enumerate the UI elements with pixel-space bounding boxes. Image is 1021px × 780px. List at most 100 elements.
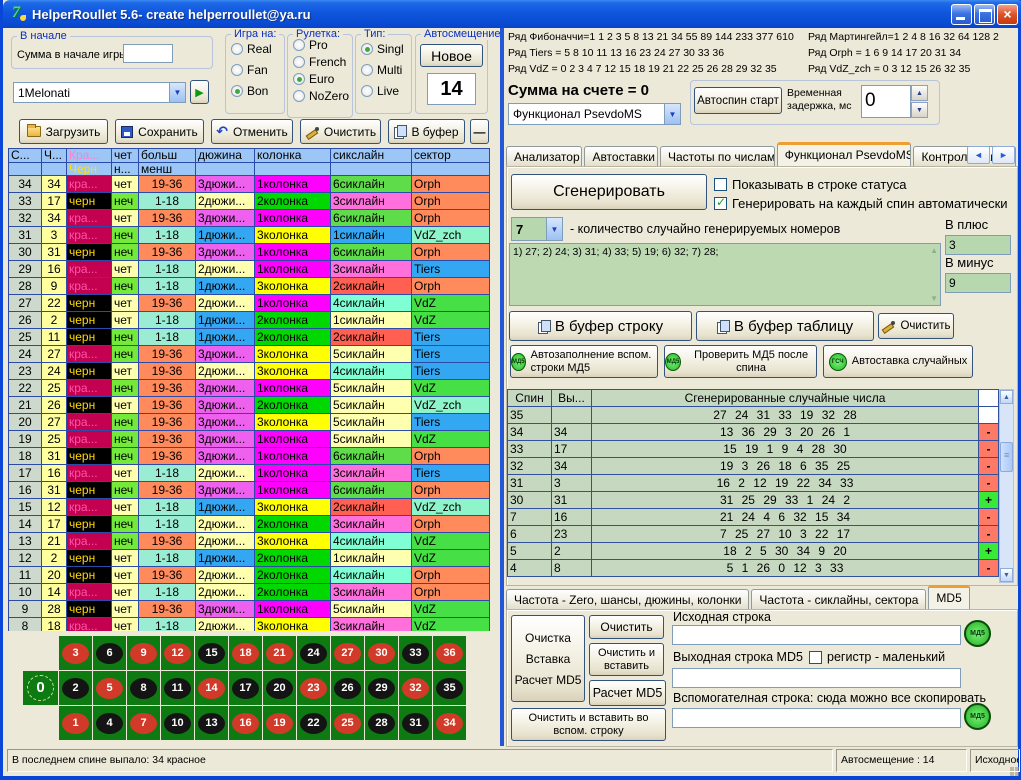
roulette-number-11[interactable]: 11	[161, 671, 194, 705]
roulette-number-6[interactable]: 6	[93, 636, 126, 670]
history-row[interactable]: 2427кра...неч19-363дюжи...3колонка5сикла…	[9, 346, 490, 363]
new-button[interactable]: Новое	[420, 44, 483, 67]
history-row[interactable]: 1716кра...чет1-182дюжи...1колонка3сиклай…	[9, 465, 490, 482]
generated-row[interactable]: 6237 25 27 10 3 22 17-	[508, 526, 999, 543]
tab-Частота - Zero, шансы, дюжины, колонки[interactable]: Частота - Zero, шансы, дюжины, колонки	[506, 589, 749, 610]
mode-select[interactable]: Функционал PsevdoMS ▼	[508, 103, 681, 125]
history-row[interactable]: 2916кра...чет1-182дюжи...1колонка3сиклай…	[9, 261, 490, 278]
radio-fan[interactable]: Fan	[231, 62, 284, 77]
history-row[interactable]: 1631черннеч19-363дюжи...1колонка6сиклайн…	[9, 482, 490, 499]
tab-Автоставки[interactable]: Автоставки	[584, 146, 658, 167]
roulette-number-18[interactable]: 18	[229, 636, 262, 670]
chevron-down-icon[interactable]: ▼	[169, 83, 185, 102]
tab-Функционал PsevdoMS[interactable]: Функционал PsevdoMS	[777, 142, 912, 167]
radio-french[interactable]: French	[293, 54, 352, 69]
roulette-number-21[interactable]: 21	[263, 636, 296, 670]
generated-row[interactable]: 343413 36 29 3 20 26 1-	[508, 424, 999, 441]
source-string-input[interactable]	[672, 625, 961, 645]
scroll-down-icon[interactable]: ▼	[930, 294, 938, 303]
history-row[interactable]: 1925кра...неч19-363дюжи...1колонка5сикла…	[9, 431, 490, 448]
md5-round-button[interactable]: МД5	[964, 620, 991, 647]
roulette-number-33[interactable]: 33	[399, 636, 432, 670]
roulette-number-1[interactable]: 1	[59, 706, 92, 740]
history-row[interactable]: 2027кра...неч19-363дюжи...3колонка5сикла…	[9, 414, 490, 431]
scroll-down-icon[interactable]: ▼	[1000, 568, 1013, 582]
clear-button[interactable]: Очистить	[300, 119, 381, 144]
history-row[interactable]: 1014кра...чет1-182дюжи...2колонка3сиклай…	[9, 584, 490, 601]
roulette-number-31[interactable]: 31	[399, 706, 432, 740]
roulette-number-5[interactable]: 5	[93, 671, 126, 705]
generated-row[interactable]: 3527 24 31 33 19 32 28	[508, 407, 999, 424]
autospin-start-button[interactable]: Автоспин старт	[694, 87, 782, 114]
minimize-button[interactable]	[951, 4, 972, 25]
delay-value[interactable]: 0	[861, 85, 911, 118]
roulette-number-10[interactable]: 10	[161, 706, 194, 740]
md5-clear-button[interactable]: Очистить	[589, 615, 664, 639]
chevron-down-icon[interactable]: ▼	[546, 218, 562, 240]
history-row[interactable]: 2126чернчет19-363дюжи...2колонка5сиклайн…	[9, 397, 490, 414]
roulette-number-9[interactable]: 9	[127, 636, 160, 670]
roulette-number-23[interactable]: 23	[297, 671, 330, 705]
history-row[interactable]: 1831черннеч19-363дюжи...1колонка6сиклайн…	[9, 448, 490, 465]
roulette-number-8[interactable]: 8	[127, 671, 160, 705]
tab-Частоты по числам[interactable]: Частоты по числам	[660, 146, 775, 167]
roulette-number-17[interactable]: 17	[229, 671, 262, 705]
roulette-number-20[interactable]: 20	[263, 671, 296, 705]
chevron-down-icon[interactable]: ▼	[664, 104, 680, 124]
roulette-number-28[interactable]: 28	[365, 706, 398, 740]
roulette-number-14[interactable]: 14	[195, 671, 228, 705]
roulette-number-26[interactable]: 26	[331, 671, 364, 705]
generated-row[interactable]: 303131 25 29 33 1 24 2+	[508, 492, 999, 509]
roulette-number-36[interactable]: 36	[433, 636, 466, 670]
roulette-number-32[interactable]: 32	[399, 671, 432, 705]
md5-round-button-aux[interactable]: МД5	[964, 703, 991, 730]
tab-Частота - сиклайны, сектора[interactable]: Частота - сиклайны, сектора	[751, 589, 926, 610]
scrollbar-thumb[interactable]	[1000, 442, 1013, 472]
history-row[interactable]: 1512кра...чет1-181дюжи...3колонка2сиклай…	[9, 499, 490, 516]
tab-scroll-left-icon[interactable]: ◄	[967, 146, 990, 164]
radio-live[interactable]: Live	[361, 83, 411, 98]
roulette-number-15[interactable]: 15	[195, 636, 228, 670]
roulette-number-0[interactable]: 0	[23, 671, 58, 705]
history-row[interactable]: 1321кра...неч19-362дюжи...3колонка4сикла…	[9, 533, 490, 550]
show-status-checkbox[interactable]: Показывать в строке статуса	[714, 177, 907, 192]
history-row[interactable]: 928чернчет19-363дюжи...1колонка5сиклайнV…	[9, 601, 490, 618]
roulette-number-2[interactable]: 2	[59, 671, 92, 705]
generated-scrollbar[interactable]: ▲ ▼	[999, 389, 1014, 583]
spin-down-icon[interactable]: ▼	[911, 102, 928, 118]
roulette-number-13[interactable]: 13	[195, 706, 228, 740]
roulette-number-16[interactable]: 16	[229, 706, 262, 740]
roulette-number-19[interactable]: 19	[263, 706, 296, 740]
roulette-number-29[interactable]: 29	[365, 671, 398, 705]
radio-euro[interactable]: Euro	[293, 71, 352, 86]
play-button[interactable]: ▶	[190, 80, 209, 104]
generated-row[interactable]: 31316 2 12 19 22 34 33-	[508, 475, 999, 492]
roulette-number-30[interactable]: 30	[365, 636, 398, 670]
output-string-input[interactable]	[672, 668, 961, 688]
history-row[interactable]: 1417черннеч1-182дюжи...2колонка3сиклайнO…	[9, 516, 490, 533]
roulette-number-12[interactable]: 12	[161, 636, 194, 670]
title-bar[interactable]: 7 HelperRoullet 5.6- create helperroulle…	[3, 0, 1021, 28]
history-row[interactable]: 289кра...неч1-181дюжи...3колонка2сиклайн…	[9, 278, 490, 295]
roulette-number-24[interactable]: 24	[297, 636, 330, 670]
roulette-number-27[interactable]: 27	[331, 636, 364, 670]
profile-select[interactable]: 1Melonati ▼	[13, 82, 186, 103]
history-row[interactable]: 3234кра...чет19-363дюжи...1колонка6сикла…	[9, 210, 490, 227]
big-md5-button[interactable]: ОчисткаВставкаРасчет MD5	[511, 615, 585, 702]
history-row[interactable]: 3434кра...чет19-363дюжи...1колонка6сикла…	[9, 176, 490, 193]
history-row[interactable]: 262чернчет1-181дюжи...2колонка1сиклайнVd…	[9, 312, 490, 329]
radio-nozero[interactable]: NoZero	[293, 88, 352, 103]
history-row[interactable]: 818кра...чет1-182дюжи...3колонка3сиклайн…	[9, 618, 490, 632]
tab-scroll-right-icon[interactable]: ►	[992, 146, 1015, 164]
roulette-number-22[interactable]: 22	[297, 706, 330, 740]
generated-numbers-textarea[interactable]: 1) 27; 2) 24; 3) 31; 4) 33; 5) 19; 6) 32…	[509, 243, 941, 306]
minus-value[interactable]: 9	[945, 273, 1011, 293]
scroll-up-icon[interactable]: ▲	[930, 246, 938, 255]
history-row[interactable]: 1120чернчет19-362дюжи...2колонка4сиклайн…	[9, 567, 490, 584]
radio-singl[interactable]: Singl	[361, 41, 411, 56]
load-button[interactable]: Загрузить	[19, 119, 108, 144]
roulette-number-3[interactable]: 3	[59, 636, 92, 670]
history-row[interactable]: 2511черннеч1-181дюжи...2колонка2сиклайнT…	[9, 329, 490, 346]
clear-generated-button[interactable]: Очистить	[878, 313, 954, 339]
tab-MD5[interactable]: MD5	[928, 585, 969, 610]
